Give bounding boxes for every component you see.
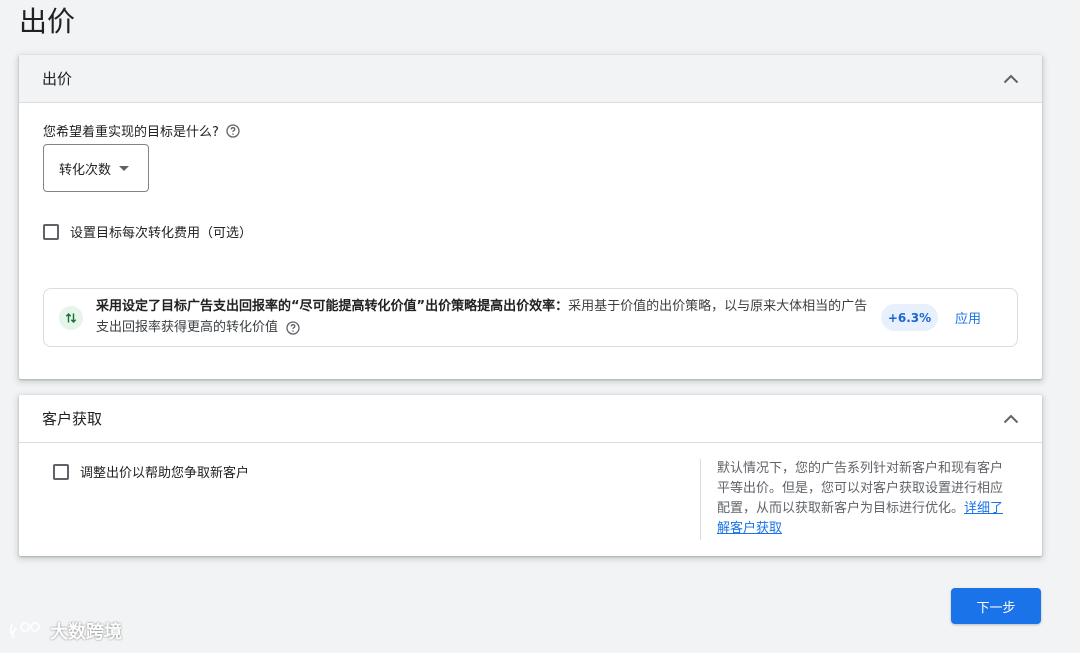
chevron-up-icon[interactable] <box>1003 71 1019 87</box>
acquisition-description-text: 默认情况下，您的广告系列针对新客户和现有客户平等出价。但是，您可以对客户获取设置… <box>717 461 1004 516</box>
recommendation-title: 采用设定了目标广告支出回报率的“尽可能提高转化价值”出价策略提高出价效率： <box>96 299 569 314</box>
acquisition-description: 默认情况下，您的广告系列针对新客户和现有客户平等出价。但是，您可以对客户获取设置… <box>717 459 1009 539</box>
bid-goal-question-text: 您希望着重实现的目标是什么? <box>43 125 219 140</box>
bid-goal-dropdown[interactable]: 转化次数 <box>43 144 149 192</box>
bidding-card-title: 出价 <box>42 70 73 88</box>
target-cpa-checkbox-label: 设置目标每次转化费用（可选） <box>70 226 253 241</box>
target-cpa-option[interactable]: 设置目标每次转化费用（可选） <box>43 222 252 241</box>
bidding-card-header[interactable]: 出价 <box>19 55 1042 103</box>
next-button[interactable]: 下一步 <box>951 588 1041 624</box>
watermark-logo-icon <box>9 622 40 639</box>
apply-button[interactable]: 应用 <box>955 308 981 327</box>
recommendation-text: 采用设定了目标广告支出回报率的“尽可能提高转化价值”出价策略提高出价效率：采用基… <box>96 296 876 338</box>
chevron-up-icon[interactable] <box>1003 411 1019 427</box>
acquisition-card-title: 客户获取 <box>42 410 103 428</box>
help-icon[interactable] <box>226 123 240 138</box>
bid-goal-dropdown-value: 转化次数 <box>59 162 112 178</box>
new-customer-checkbox[interactable] <box>53 463 69 480</box>
new-customer-checkbox-label: 调整出价以帮助您争取新客户 <box>80 466 250 481</box>
page-title: 出价 <box>19 5 76 38</box>
target-cpa-checkbox[interactable] <box>43 223 59 240</box>
new-customer-option[interactable]: 调整出价以帮助您争取新客户 <box>53 462 249 481</box>
swap-vertical-icon <box>59 306 83 330</box>
caret-down-icon <box>119 165 130 171</box>
recommendation-box: 采用设定了目标广告支出回报率的“尽可能提高转化价值”出价策略提高出价效率：采用基… <box>43 288 1018 347</box>
bid-goal-question: 您希望着重实现的目标是什么? <box>43 121 240 140</box>
bidding-card: 出价 您希望着重实现的目标是什么? 转化次数 设置目标每次转化费用（可选） 采用… <box>19 55 1042 379</box>
watermark-text: 大数跨境 <box>50 622 122 643</box>
acquisition-card: 客户获取 调整出价以帮助您争取新客户 默认情况下，您的广告系列针对新客户和现有客… <box>19 395 1042 556</box>
watermark: 大数跨境 <box>8 618 122 644</box>
uplift-badge: +6.3% <box>881 304 938 331</box>
help-icon[interactable] <box>286 320 300 335</box>
acquisition-card-header[interactable]: 客户获取 <box>19 395 1042 443</box>
vertical-divider <box>700 459 701 540</box>
